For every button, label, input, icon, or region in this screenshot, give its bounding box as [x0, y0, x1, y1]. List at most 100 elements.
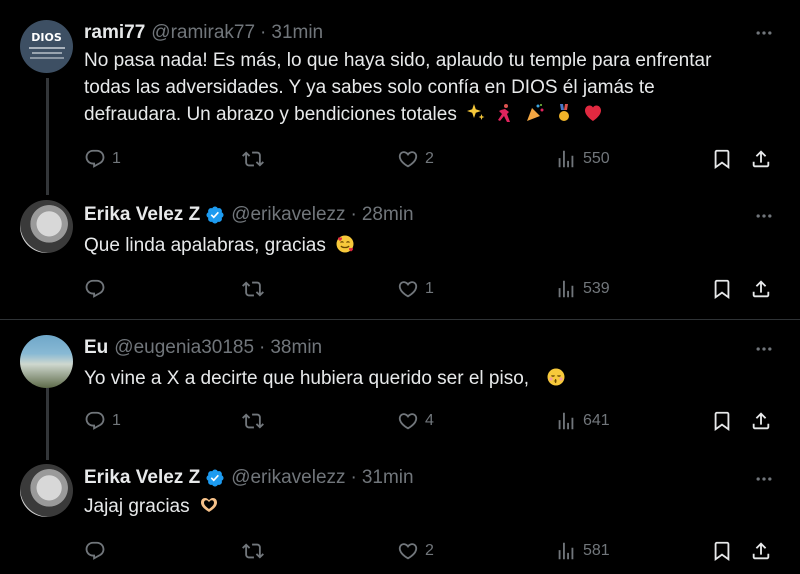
like-count: 1 — [425, 280, 434, 297]
repost-icon — [242, 540, 264, 562]
bookmark-icon — [711, 278, 733, 300]
post-time[interactable]: 38min — [270, 337, 322, 359]
reply-post[interactable]: Eu @eugenia30185 · 38min Yo vine a X a d… — [0, 320, 800, 450]
views-button[interactable]: 641 — [555, 409, 610, 433]
author-name[interactable]: Eu — [84, 337, 108, 359]
reply-count: 1 — [112, 412, 121, 429]
post-text-line: Que linda apalabras, gracias — [84, 235, 326, 256]
repost-icon — [242, 148, 264, 170]
post-actions: 1 539 — [84, 277, 784, 301]
reply-button[interactable] — [84, 539, 112, 563]
avatar[interactable] — [20, 335, 73, 388]
post-time[interactable]: 28min — [362, 204, 414, 226]
bookmark-icon — [711, 410, 733, 432]
sparkles-icon — [467, 104, 485, 120]
reply-button[interactable]: 1 — [84, 409, 121, 433]
reply-post[interactable]: Erika Velez Z @erikavelezz · 28min Que l… — [0, 190, 800, 319]
reply-icon — [84, 410, 106, 432]
more-options-icon[interactable] — [752, 339, 776, 359]
avatar-text: DIOS — [31, 30, 62, 44]
repost-button[interactable] — [242, 409, 270, 433]
heart-icon — [397, 410, 419, 432]
post-text: Yo vine a X a decirte que hubiera querid… — [84, 365, 764, 392]
reply-post[interactable]: Erika Velez Z @erikavelezz · 31min Jajaj… — [0, 450, 800, 574]
heart-icon — [397, 540, 419, 562]
post-time[interactable]: 31min — [271, 22, 323, 44]
post-time[interactable]: 31min — [362, 467, 414, 489]
bookmark-icon — [711, 540, 733, 562]
author-name[interactable]: Erika Velez Z — [84, 204, 200, 226]
avatar[interactable] — [20, 200, 73, 253]
author-handle[interactable]: @erikavelezz — [231, 204, 345, 226]
views-button[interactable]: 539 — [555, 277, 610, 301]
verified-badge-icon[interactable] — [205, 468, 225, 488]
reply-button[interactable] — [84, 277, 112, 301]
share-button[interactable] — [750, 277, 772, 301]
share-button[interactable] — [750, 539, 772, 563]
view-count: 550 — [583, 150, 610, 167]
more-options-icon[interactable] — [752, 206, 776, 226]
view-count: 581 — [583, 542, 610, 559]
reply-icon — [84, 278, 106, 300]
repost-button[interactable] — [242, 277, 270, 301]
separator-dot: · — [350, 467, 357, 488]
author-handle[interactable]: @erikavelezz — [231, 467, 345, 489]
repost-icon — [242, 278, 264, 300]
post-text-line: Yo vine a X a decirte que hubiera querid… — [84, 368, 530, 389]
share-icon — [750, 278, 772, 300]
smiling-face-with-hearts-icon — [336, 235, 354, 253]
author-handle[interactable]: @eugenia30185 — [114, 337, 254, 359]
post-text-line: todas las adversidades. Y ya sabes solo … — [84, 77, 655, 98]
views-button[interactable]: 550 — [555, 147, 610, 171]
reply-button[interactable]: 1 — [84, 147, 121, 171]
author-name[interactable]: Erika Velez Z — [84, 467, 200, 489]
share-button[interactable] — [750, 409, 772, 433]
medal-icon — [558, 104, 569, 121]
reply-post[interactable]: DIOS rami77 @ramirak77 · 31min No pasa n… — [0, 0, 800, 190]
post-text-line: Jajaj gracias — [84, 496, 190, 517]
heart-icon — [397, 148, 419, 170]
post-text: Jajaj gracias — [84, 493, 764, 520]
separator-dot: · — [350, 204, 357, 225]
share-icon — [750, 410, 772, 432]
bookmark-button[interactable] — [711, 147, 733, 171]
like-button[interactable]: 2 — [397, 147, 434, 171]
analytics-icon — [555, 540, 577, 562]
more-options-icon[interactable] — [752, 469, 776, 489]
share-icon — [750, 148, 772, 170]
heart-icon — [397, 278, 419, 300]
reply-count: 1 — [112, 150, 121, 167]
repost-button[interactable] — [242, 147, 270, 171]
bookmark-button[interactable] — [711, 409, 733, 433]
reply-icon — [84, 540, 106, 562]
analytics-icon — [555, 148, 577, 170]
more-options-icon[interactable] — [752, 23, 776, 43]
conversation-thread-2: Eu @eugenia30185 · 38min Yo vine a X a d… — [0, 320, 800, 574]
repost-icon — [242, 410, 264, 432]
heart-hands-icon — [200, 498, 217, 512]
post-actions: 1 4 641 — [84, 409, 784, 433]
dancer-icon — [498, 104, 511, 122]
avatar[interactable] — [20, 464, 73, 517]
like-button[interactable]: 4 — [397, 409, 434, 433]
like-button[interactable]: 1 — [397, 277, 434, 301]
avatar[interactable]: DIOS — [20, 20, 73, 73]
author-handle[interactable]: @ramirak77 — [151, 22, 255, 44]
bookmark-button[interactable] — [711, 277, 733, 301]
reply-icon — [84, 148, 106, 170]
post-actions: 2 581 — [84, 539, 784, 563]
verified-badge-icon[interactable] — [205, 205, 225, 225]
repost-button[interactable] — [242, 539, 270, 563]
like-button[interactable]: 2 — [397, 539, 434, 563]
views-button[interactable]: 581 — [555, 539, 610, 563]
bookmark-icon — [711, 148, 733, 170]
like-count: 2 — [425, 150, 434, 167]
conversation-thread-1: DIOS rami77 @ramirak77 · 31min No pasa n… — [0, 0, 800, 319]
party-popper-icon — [526, 104, 544, 121]
bookmark-button[interactable] — [711, 539, 733, 563]
analytics-icon — [555, 410, 577, 432]
share-button[interactable] — [750, 147, 772, 171]
author-name[interactable]: rami77 — [84, 22, 145, 44]
like-count: 4 — [425, 412, 434, 429]
post-actions: 1 2 550 — [84, 147, 784, 171]
